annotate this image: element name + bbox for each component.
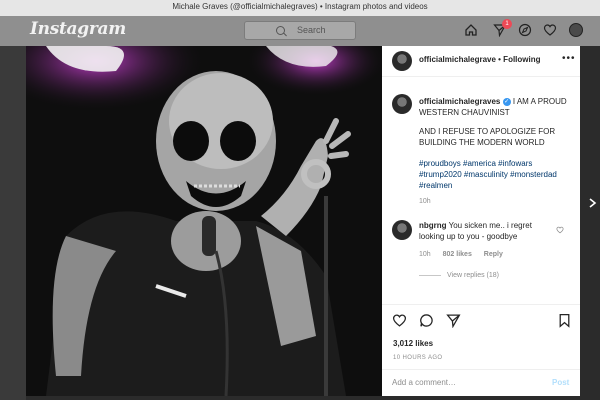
explore-compass-icon[interactable] (518, 23, 532, 37)
caption-hashtags[interactable]: #proudboys #america #infowars #trump2020… (419, 158, 569, 191)
search-icon (276, 26, 285, 35)
comment-likes[interactable]: 802 likes (443, 251, 472, 258)
post-time-ago: 10 HOURS AGO (393, 355, 443, 361)
likes-count[interactable]: 3,012 likes (393, 339, 433, 348)
more-options-icon[interactable]: ••• (562, 53, 576, 64)
activity-heart-icon[interactable] (543, 23, 557, 37)
instagram-logo[interactable]: Instagram (30, 19, 126, 39)
share-paper-plane-icon[interactable] (446, 313, 461, 328)
search-placeholder: Search (297, 25, 326, 35)
like-heart-icon[interactable] (392, 313, 407, 328)
add-comment-input[interactable]: Add a comment… (392, 378, 456, 387)
search-input[interactable]: Search (244, 21, 356, 40)
post-header: officialmichalegrave • Following ••• (382, 46, 580, 77)
post-photo[interactable] (26, 46, 382, 396)
window-titlebar: Michale Graves (@officialmichalegraves) … (0, 0, 600, 17)
commenter-avatar[interactable] (392, 220, 412, 240)
profile-avatar[interactable] (569, 23, 583, 37)
caption-line-2: AND I REFUSE TO APOLOGIZE FOR BUILDING T… (419, 127, 556, 147)
comment-like-heart-icon[interactable] (556, 226, 564, 234)
comment-meta: 10h 802 likes Reply (419, 251, 513, 258)
notification-badge: 1 (502, 19, 512, 29)
comment-bubble-icon[interactable] (419, 313, 434, 328)
caption-avatar[interactable] (392, 94, 412, 114)
author-avatar[interactable] (392, 51, 412, 71)
comment: nbgrng You sicken me.. i regret looking … (419, 220, 559, 242)
caption-username[interactable]: officialmichalegraves (419, 97, 500, 106)
reply-button[interactable]: Reply (484, 251, 503, 258)
add-comment-bar: Add a comment… Post (382, 369, 580, 398)
follow-status[interactable]: • Following (498, 55, 540, 64)
view-replies-link[interactable]: View replies (18) (419, 272, 499, 279)
home-icon[interactable] (464, 23, 478, 37)
post-author: officialmichalegrave • Following (419, 55, 541, 64)
comment-username[interactable]: nbgrng (419, 221, 447, 230)
comment-time: 10h (419, 251, 431, 258)
save-bookmark-icon[interactable] (557, 313, 572, 328)
caption-time: 10h (419, 198, 431, 205)
verified-badge-icon: ✓ (502, 97, 511, 106)
instagram-top-nav: Instagram Search 1 (0, 16, 600, 46)
background-profile-strip (0, 46, 26, 400)
author-username[interactable]: officialmichalegrave (419, 55, 496, 64)
window-title: Michale Graves (@officialmichalegraves) … (172, 2, 428, 11)
caption: officialmichalegraves ✓ I AM A PROUD WES… (419, 96, 569, 148)
next-post-chevron-icon[interactable] (588, 198, 598, 208)
post-comment-button[interactable]: Post (552, 378, 569, 387)
performer-photo-image (26, 46, 382, 396)
post-actions: 3,012 likes 10 HOURS AGO Add a comment… … (382, 304, 580, 397)
post-detail-panel: officialmichalegrave • Following ••• off… (382, 46, 580, 396)
